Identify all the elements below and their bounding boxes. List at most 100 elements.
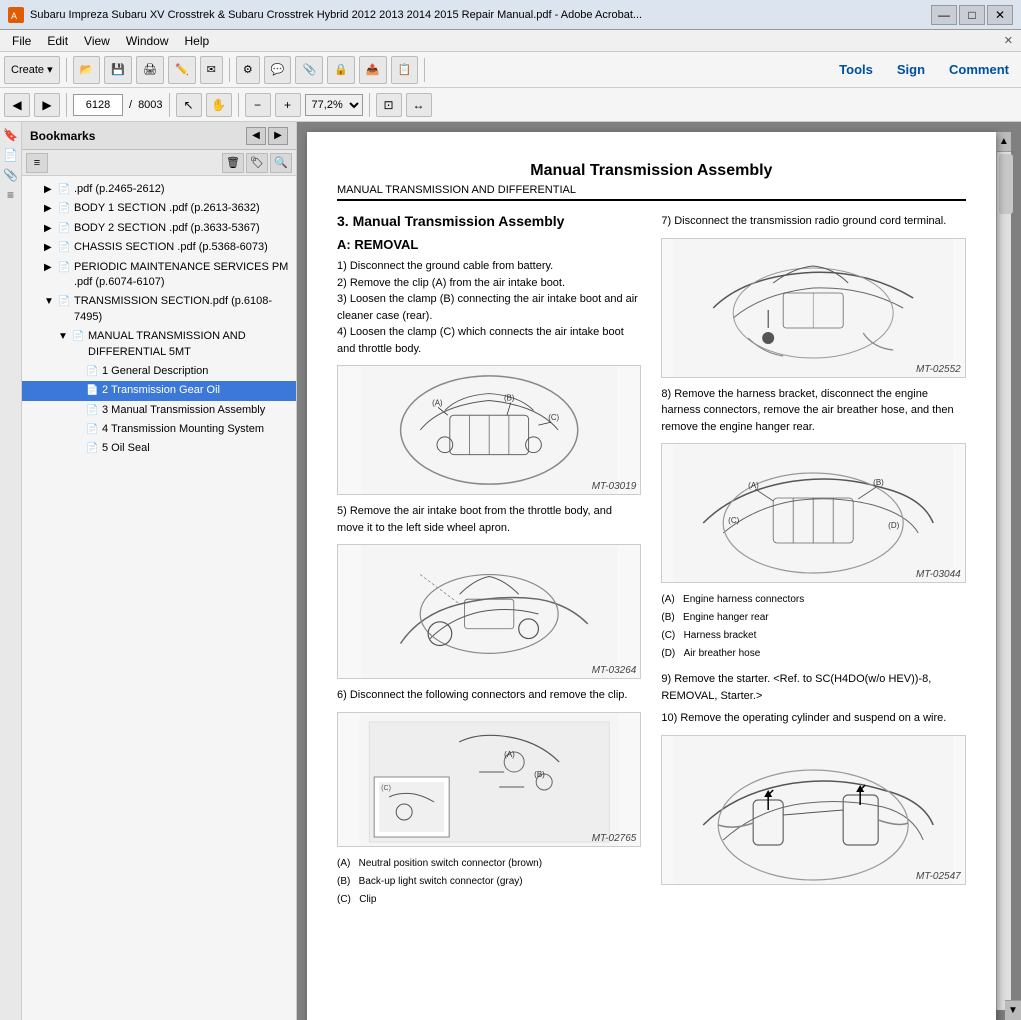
toolbar-icon-4[interactable]: ✏️ (168, 56, 196, 84)
pdf-steps-1-4: 1) Disconnect the ground cable from batt… (337, 258, 641, 357)
zoom-out-button[interactable]: − (245, 93, 271, 117)
svg-text:(D): (D) (889, 521, 900, 530)
scroll-down-button[interactable]: ▼ (1005, 1000, 1021, 1020)
menu-edit[interactable]: Edit (39, 32, 76, 50)
left-icon-layers[interactable]: ≡ (2, 186, 20, 204)
expand-icon-manual-trans[interactable]: ▼ (58, 330, 72, 344)
sidebar-item-label-manual-trans: MANUAL TRANSMISSION AND DIFFERENTIAL 5MT (88, 329, 292, 360)
toolbar-icon-3[interactable]: 🖨 (136, 56, 164, 84)
sidebar-item-periodic[interactable]: ▶ 📄 PERIODIC MAINTENANCE SERVICES PM .pd… (22, 258, 296, 293)
sidebar-item-manual-trans[interactable]: ▼ 📄 MANUAL TRANSMISSION AND DIFFERENTIAL… (22, 327, 296, 362)
sidebar-item-transmission[interactable]: ▼ 📄 TRANSMISSION SECTION.pdf (p.6108-749… (22, 292, 296, 327)
toolbar-icon-6[interactable]: ⚙ (236, 56, 260, 84)
pdf-step5: 5) Remove the air intake boot from the t… (337, 503, 641, 536)
page-total: 8003 (138, 99, 162, 111)
sign-button[interactable]: Sign (889, 60, 933, 79)
right-scrollbar[interactable]: ▲ ▼ (996, 132, 1011, 1010)
scroll-up-button[interactable]: ▲ (997, 132, 1011, 152)
diagram-2-label: MT-03264 (592, 665, 637, 676)
sidebar-options-btn[interactable]: ▶ (268, 127, 288, 145)
toolbar-icon-11[interactable]: 📋 (391, 56, 419, 84)
zoom-selector[interactable]: 77,2% 50% 75% 100% 125% 150% (305, 94, 363, 116)
zoom-in-button[interactable]: + (275, 93, 301, 117)
toolbar-separator-1 (66, 58, 67, 82)
menu-bar: File Edit View Window Help ✕ (0, 30, 1021, 52)
fit-page-button[interactable]: ⊡ (376, 93, 402, 117)
sidebar-title: Bookmarks (30, 129, 246, 143)
scroll-thumb[interactable] (999, 154, 1013, 214)
page-icon-gear-oil: 📄 (86, 384, 100, 398)
diagram-1-svg: (A) (B) (C) (338, 366, 640, 494)
left-icon-pages[interactable]: 📄 (2, 146, 20, 164)
sidebar-item-oil-seal[interactable]: ▶ 📄 5 Oil Seal (22, 439, 296, 458)
expand-icon-periodic[interactable]: ▶ (44, 261, 58, 275)
pdf-content-area[interactable]: Manual Transmission Assembly MANUAL TRAN… (297, 122, 1021, 1020)
navigation-toolbar: ◀ ▶ / 8003 ↖ ✋ − + 77,2% 50% 75% 100% 12… (0, 88, 1021, 122)
toolbar-right: Tools Sign Comment (831, 60, 1017, 79)
fit-width-button[interactable]: ↔ (406, 93, 432, 117)
caption-6-a: (A) Neutral position switch connector (b… (337, 855, 641, 873)
svg-text:A: A (11, 11, 17, 21)
sidebar-tb-btn-1[interactable]: ≡ (26, 153, 48, 173)
toolbar-icon-9[interactable]: 🔒 (327, 56, 355, 84)
left-icon-bar: 🔖 📄 📎 ≡ (0, 122, 22, 1020)
sidebar-tb-btn-tag[interactable]: 🏷 (246, 153, 268, 173)
main-toolbar: Create ▾ 📂 💾 🖨 ✏️ ✉ ⚙ 💬 📎 🔒 📤 📋 Tools Si… (0, 52, 1021, 88)
toolbar-icon-2[interactable]: 💾 (104, 56, 132, 84)
minimize-button[interactable]: — (931, 5, 957, 25)
svg-text:(C): (C) (381, 785, 391, 792)
svg-text:(A): (A) (432, 398, 443, 407)
page-number-input[interactable] (73, 94, 123, 116)
toolbar-icon-5[interactable]: ✉ (200, 56, 223, 84)
window-controls[interactable]: — □ ✕ (931, 5, 1013, 25)
diagram-6: MT-02547 (661, 735, 965, 885)
sidebar-controls[interactable]: ◀ ▶ (246, 127, 288, 145)
nav-forward-button[interactable]: ▶ (34, 93, 60, 117)
select-tool-button[interactable]: ↖ (176, 93, 202, 117)
toolbar-icon-1[interactable]: 📂 (73, 56, 101, 84)
page-icon-chassis: 📄 (58, 241, 72, 255)
sidebar-item-body2[interactable]: ▶ 📄 BODY 2 SECTION .pdf (p.3633-5367) (22, 219, 296, 238)
svg-text:(B): (B) (874, 478, 885, 487)
hand-tool-button[interactable]: ✋ (206, 93, 232, 117)
maximize-button[interactable]: □ (959, 5, 985, 25)
sidebar-header: Bookmarks ◀ ▶ (22, 122, 296, 150)
create-button[interactable]: Create ▾ (4, 56, 60, 84)
left-icon-attach[interactable]: 📎 (2, 166, 20, 184)
expand-icon-body1[interactable]: ▶ (44, 202, 58, 216)
sidebar-item-body1[interactable]: ▶ 📄 BODY 1 SECTION .pdf (p.2613-3632) (22, 199, 296, 218)
toolbar-icon-7[interactable]: 💬 (264, 56, 292, 84)
menu-help[interactable]: Help (177, 32, 218, 50)
page-icon-manual-trans: 📄 (72, 330, 86, 344)
sidebar-collapse-btn[interactable]: ◀ (246, 127, 266, 145)
expand-icon-chassis[interactable]: ▶ (44, 241, 58, 255)
nav-back-button[interactable]: ◀ (4, 93, 30, 117)
sidebar-tb-btn-search[interactable]: 🔍 (270, 153, 292, 173)
menu-view[interactable]: View (76, 32, 118, 50)
sidebar-item-assembly[interactable]: ▶ 📄 3 Manual Transmission Assembly (22, 401, 296, 420)
left-icon-bookmark[interactable]: 🔖 (2, 126, 20, 144)
nav-sep-4 (369, 93, 370, 117)
expand-icon-body2[interactable]: ▶ (44, 222, 58, 236)
expand-icon-prev[interactable]: ▶ (44, 183, 58, 197)
sidebar-item-chassis[interactable]: ▶ 📄 CHASSIS SECTION .pdf (p.5368-6073) (22, 238, 296, 257)
sidebar-tb-btn-delete[interactable]: 🗑 (222, 153, 244, 173)
expand-icon-transmission[interactable]: ▼ (44, 295, 58, 309)
sidebar-item-label-prev: .pdf (p.2465-2612) (74, 182, 292, 197)
sidebar-item-general[interactable]: ▶ 📄 1 General Description (22, 362, 296, 381)
sidebar-item-label-body1: BODY 1 SECTION .pdf (p.2613-3632) (74, 201, 292, 216)
comment-button[interactable]: Comment (941, 60, 1017, 79)
sidebar-item-prev[interactable]: ▶ 📄 .pdf (p.2465-2612) (22, 180, 296, 199)
diagram-6-svg (662, 735, 964, 885)
toolbar-separator-2 (229, 58, 230, 82)
toolbar-icon-10[interactable]: 📤 (359, 56, 387, 84)
sidebar-item-label-assembly: 3 Manual Transmission Assembly (102, 403, 292, 418)
tools-button[interactable]: Tools (831, 60, 881, 79)
toolbar-icon-8[interactable]: 📎 (295, 56, 323, 84)
close-button[interactable]: ✕ (987, 5, 1013, 25)
sidebar-item-label-general: 1 General Description (102, 364, 292, 379)
menu-file[interactable]: File (4, 32, 39, 50)
menu-window[interactable]: Window (118, 32, 177, 50)
sidebar-item-mounting[interactable]: ▶ 📄 4 Transmission Mounting System (22, 420, 296, 439)
sidebar-item-gear-oil[interactable]: ▶ 📄 2 Transmission Gear Oil (22, 381, 296, 400)
